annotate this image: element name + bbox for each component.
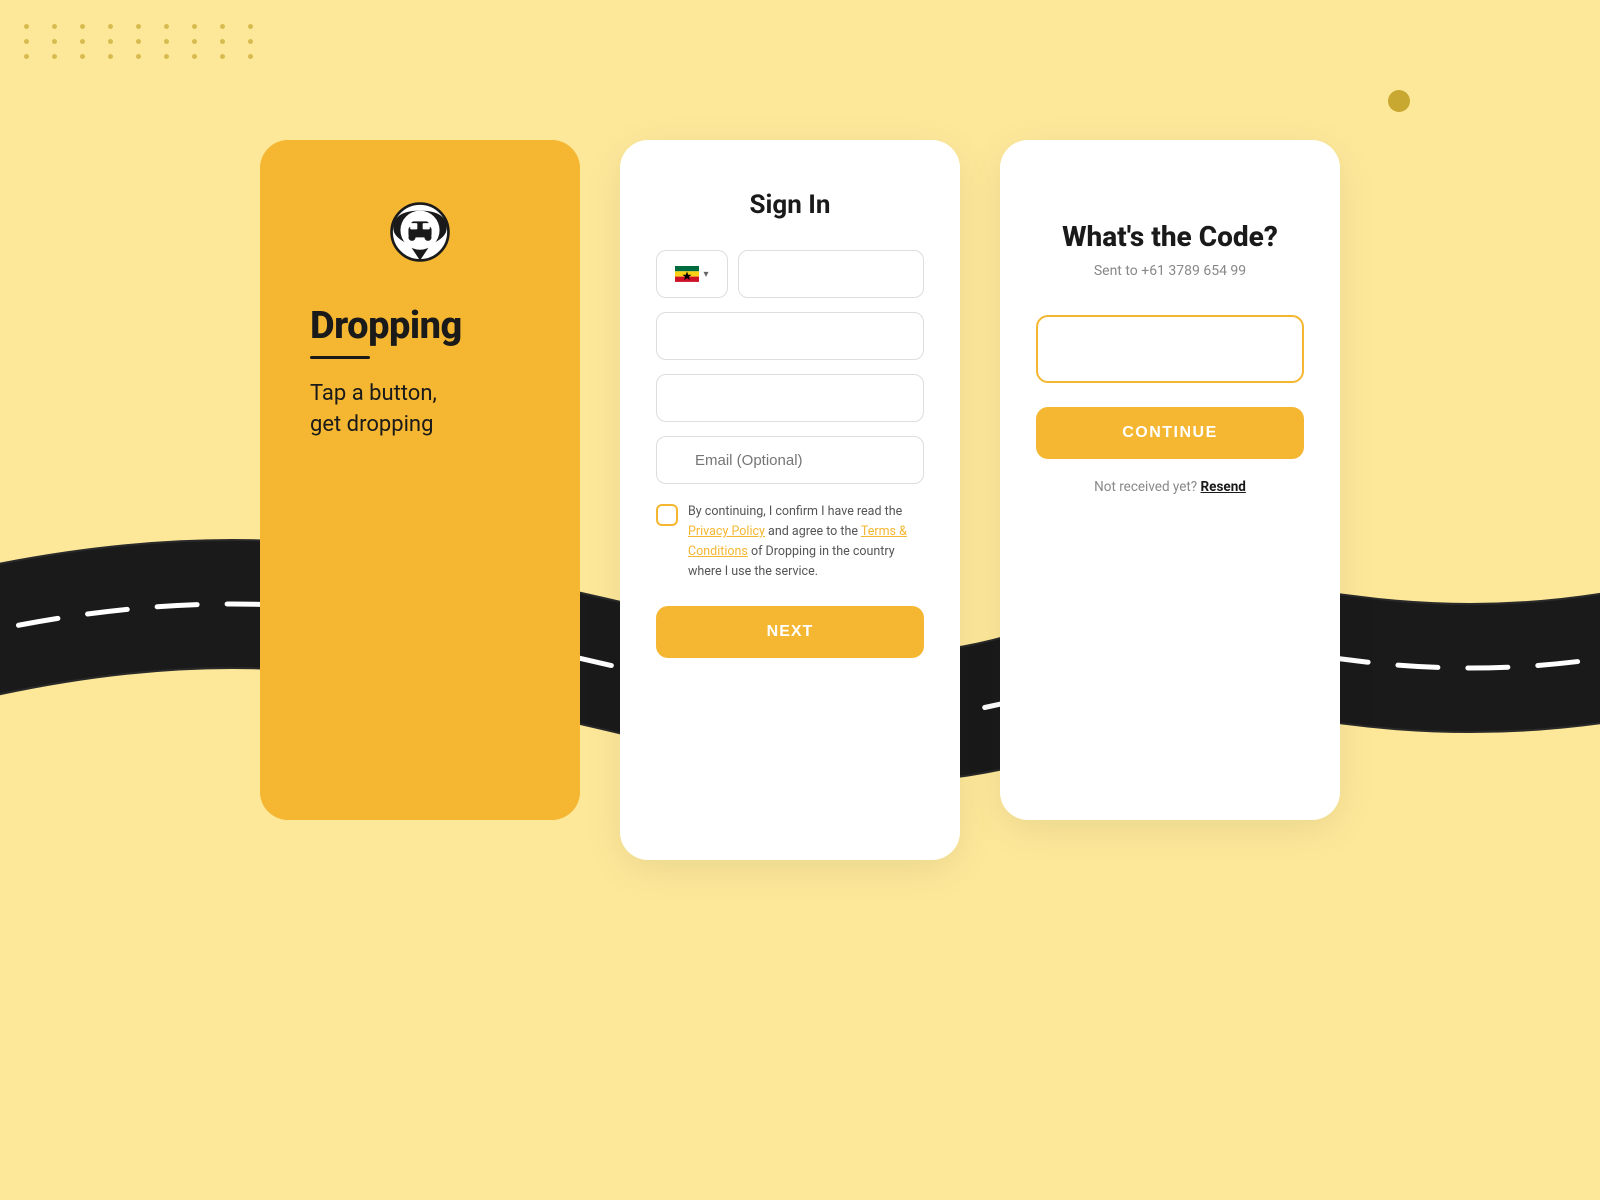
email-wrapper: ✉️ [656,436,924,484]
code-input[interactable] [1036,315,1304,383]
terms-row: By continuing, I confirm I have read the… [656,502,924,582]
code-subtitle: Sent to +61 3789 654 99 [1094,263,1246,279]
firstname-input[interactable] [656,312,924,360]
tagline: Tap a button,get dropping [310,379,437,441]
lastname-wrapper: 👤 [656,374,924,422]
signin-card: Sign In ▾ 📱 👤 [620,140,960,860]
code-card: What's the Code? Sent to +61 3789 654 99… [1000,140,1340,820]
phone-input-wrapper: 📱 [738,250,924,298]
app-title: Dropping [310,304,462,348]
resend-row: Not received yet? Resend [1094,479,1246,495]
country-flag-selector[interactable]: ▾ [656,250,728,298]
intro-card: Dropping Tap a button,get dropping [260,140,580,820]
deco-circle-top-right [1388,90,1410,112]
phone-row: ▾ 📱 [656,250,924,298]
chevron-down-icon: ▾ [703,269,708,280]
terms-checkbox[interactable] [656,504,678,526]
phone-input[interactable] [738,250,924,298]
email-input[interactable] [656,436,924,484]
code-title: What's the Code? [1062,220,1278,253]
resend-link[interactable]: Resend [1201,479,1246,495]
firstname-wrapper: 👤 [656,312,924,360]
resend-prefix: Not received yet? [1094,479,1197,495]
lastname-input[interactable] [656,374,924,422]
cards-container: Dropping Tap a button,get dropping Sign … [0,140,1600,860]
terms-prefix: By continuing, I confirm I have read the [688,504,902,519]
dot-grid-decoration: const grid = document.querySelector('.do… [24,24,266,59]
terms-middle: and agree to the [765,524,861,539]
privacy-policy-link[interactable]: Privacy Policy [688,524,765,539]
terms-text: By continuing, I confirm I have read the… [688,502,924,582]
signin-title: Sign In [750,190,831,220]
ghana-flag-icon [675,266,699,282]
next-button[interactable]: NEXT [656,606,924,658]
title-underline [310,356,370,359]
logo-pin-icon [380,200,460,280]
continue-button[interactable]: CONTINUE [1036,407,1304,459]
